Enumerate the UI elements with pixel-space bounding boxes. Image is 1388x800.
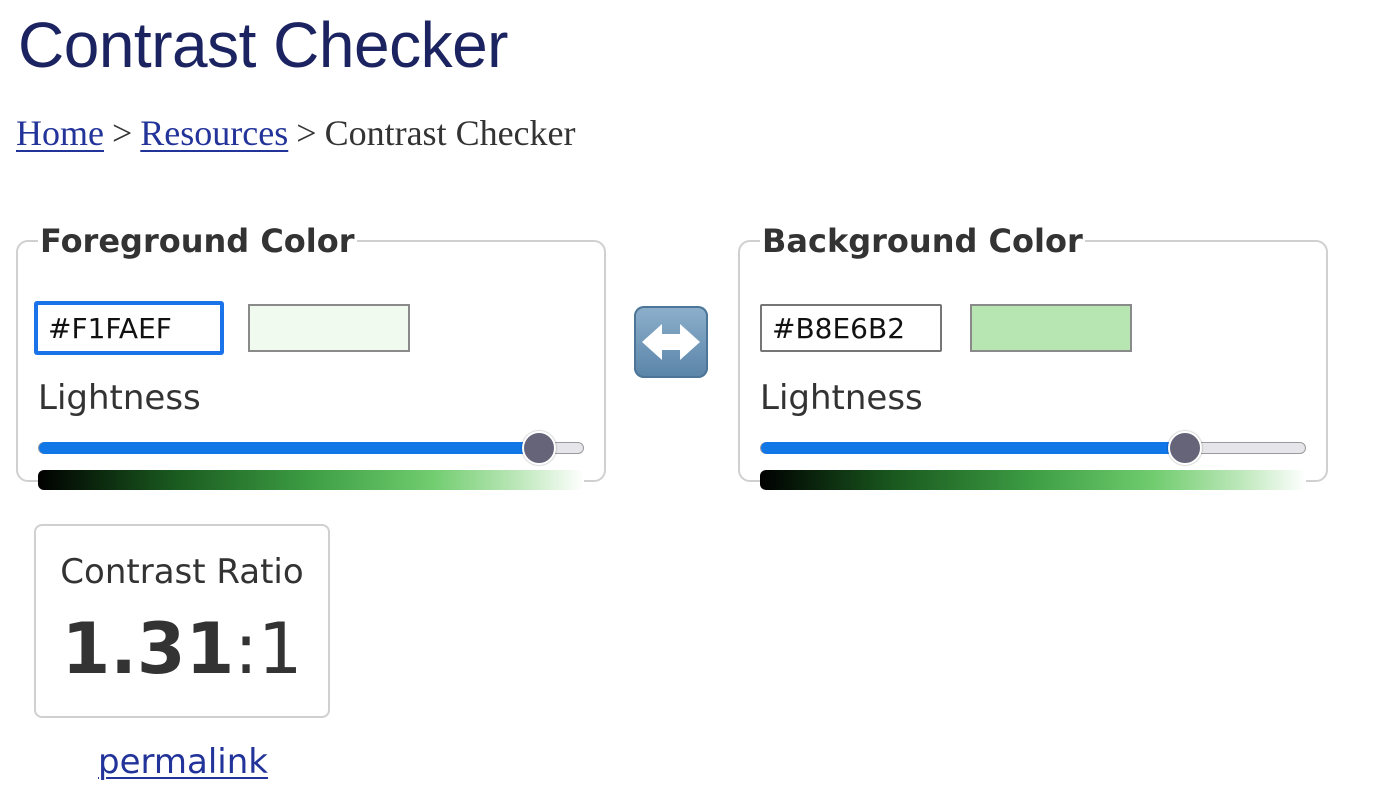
foreground-lightness-gradient [38, 470, 584, 490]
foreground-lightness-label: Lightness [38, 378, 201, 418]
background-color-panel: Background Color Lightness [738, 222, 1328, 490]
background-legend: Background Color [762, 222, 1083, 260]
breadcrumb-current: Contrast Checker [324, 113, 576, 153]
contrast-ratio-value: 1.31:1 [36, 608, 328, 690]
background-lightness-gradient [760, 470, 1306, 490]
background-lightness-label: Lightness [760, 378, 923, 418]
swap-colors-button[interactable] [634, 306, 708, 378]
contrast-ratio-box: Contrast Ratio 1.31:1 [34, 524, 330, 718]
foreground-legend: Foreground Color [40, 222, 355, 260]
breadcrumb-separator: > [111, 113, 133, 153]
background-color-swatch[interactable] [970, 304, 1132, 352]
permalink-link[interactable]: permalink [98, 742, 268, 782]
foreground-color-swatch[interactable] [248, 304, 410, 352]
breadcrumb-home-link[interactable]: Home [16, 113, 104, 153]
foreground-slider-thumb[interactable] [522, 431, 556, 465]
contrast-ratio-suffix: :1 [234, 608, 303, 690]
background-lightness-slider[interactable] [760, 431, 1306, 465]
breadcrumb: Home > Resources > Contrast Checker [16, 112, 576, 154]
background-hex-input[interactable] [760, 304, 942, 352]
left-right-arrow-icon [642, 324, 700, 360]
breadcrumb-separator: > [296, 113, 317, 153]
foreground-color-panel: Foreground Color Lightness [16, 222, 606, 490]
foreground-slider-fill [39, 442, 539, 454]
background-input-row [760, 300, 1320, 352]
foreground-lightness-slider[interactable] [38, 431, 584, 465]
page-title: Contrast Checker [18, 9, 508, 81]
contrast-ratio-number: 1.31 [61, 608, 235, 690]
foreground-input-row [35, 300, 598, 354]
breadcrumb-resources-link[interactable]: Resources [140, 113, 288, 153]
contrast-ratio-label: Contrast Ratio [60, 552, 304, 592]
background-slider-thumb[interactable] [1168, 431, 1202, 465]
background-slider-fill [761, 442, 1185, 454]
foreground-hex-input[interactable] [35, 302, 223, 354]
